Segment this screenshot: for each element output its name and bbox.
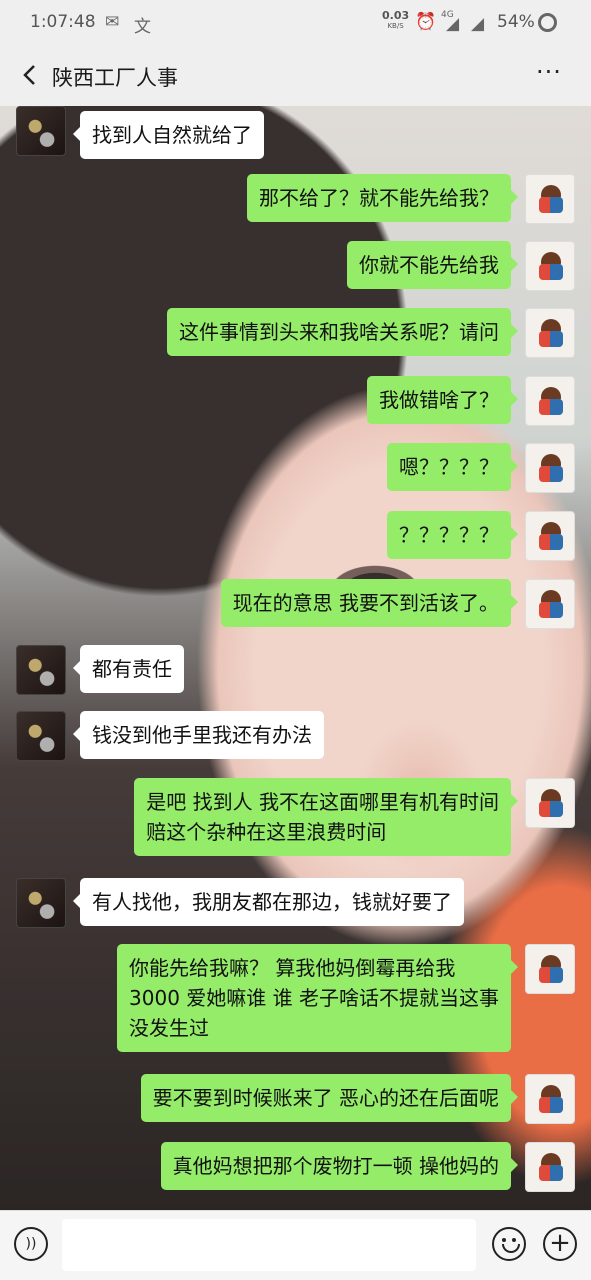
my-avatar[interactable] (525, 944, 575, 994)
outgoing-message[interactable]: 我做错啥了？ (367, 376, 518, 424)
input-bar: )) + (0, 1210, 591, 1280)
outgoing-message[interactable]: 嗯？？？？ (387, 443, 518, 491)
back-arrow-icon[interactable] (16, 60, 46, 90)
chat-area[interactable]: 找到人自然就给了 那不给了？就不能先给我？ 你就不能先给我 这件事情到头来和我啥… (0, 106, 591, 1210)
my-avatar[interactable] (525, 1142, 575, 1192)
outgoing-message[interactable]: 你就不能先给我 (347, 241, 518, 289)
outgoing-message[interactable]: 那不给了？就不能先给我？ (247, 174, 518, 222)
message-line: 是吧 找到人 我不在这面哪里有机有时间 (146, 790, 499, 814)
my-avatar[interactable] (525, 778, 575, 828)
message-input[interactable] (62, 1219, 476, 1271)
incoming-message[interactable]: 有人找他，我朋友都在那边，钱就好要了 (73, 878, 464, 926)
chat-header: 陕西工厂人事 ··· (0, 48, 591, 106)
incoming-message[interactable]: 钱没到他手里我还有办法 (73, 711, 324, 759)
contact-avatar[interactable] (16, 711, 66, 761)
outgoing-message[interactable]: 这件事情到头来和我啥关系呢？请问 (167, 308, 518, 356)
status-time: 1:07:48 (30, 12, 96, 32)
message-line: 赔这个杂种在这里浪费时间 (146, 820, 387, 844)
translate-icon: 文 (134, 17, 151, 37)
message-icon: ✉ (105, 12, 120, 32)
network-speed: 0.03 KB/S (382, 10, 409, 31)
my-avatar[interactable] (525, 241, 575, 291)
my-avatar[interactable] (525, 174, 575, 224)
my-avatar[interactable] (525, 579, 575, 629)
my-avatar[interactable] (525, 376, 575, 426)
chat-title: 陕西工厂人事 (52, 66, 178, 90)
contact-avatar[interactable] (16, 106, 66, 156)
signal-icon: ◢ (446, 14, 460, 34)
outgoing-message[interactable]: 你能先给我嘛？ 算我他妈倒霉再给我 3000 爱她嘛谁 谁 老子啥话不提就当这事… (117, 944, 518, 1052)
battery-level: 54% (497, 12, 535, 32)
outgoing-message[interactable]: ？？？？？ (387, 511, 518, 559)
voice-icon[interactable]: )) (14, 1227, 48, 1261)
outgoing-message[interactable]: 真他妈想把那个废物打一顿 操他妈的 (160, 1142, 519, 1190)
contact-avatar[interactable] (16, 878, 66, 928)
message-line: 你能先给我嘛？ 算我他妈倒霉再给我 (129, 956, 456, 980)
incoming-message[interactable]: 找到人自然就给了 (73, 111, 264, 159)
emoji-icon[interactable] (492, 1227, 526, 1261)
battery-icon (538, 13, 557, 32)
more-options-button[interactable]: ··· (536, 58, 562, 86)
message-line: 没发生过 (129, 1016, 210, 1040)
my-avatar[interactable] (525, 511, 575, 561)
incoming-message[interactable]: 都有责任 (73, 645, 184, 693)
outgoing-message[interactable]: 现在的意思 我要不到活该了。 (220, 579, 519, 627)
outgoing-message[interactable]: 是吧 找到人 我不在这面哪里有机有时间 赔这个杂种在这里浪费时间 (134, 778, 518, 856)
my-avatar[interactable] (525, 308, 575, 358)
contact-avatar[interactable] (16, 645, 66, 695)
plus-icon[interactable]: + (543, 1227, 577, 1261)
network-speed-unit: KB/S (387, 22, 404, 30)
status-bar: 1:07:48 ✉ 文 0.03 KB/S ⏰ 4G ◢ ◢ 54% (0, 0, 591, 48)
my-avatar[interactable] (525, 1074, 575, 1124)
outgoing-message[interactable]: 要不要到时候账来了 恶心的还在后面呢 (140, 1074, 519, 1122)
alarm-icon: ⏰ (415, 12, 437, 32)
signal-icon-2: ◢ (471, 14, 485, 34)
my-avatar[interactable] (525, 443, 575, 493)
message-line: 3000 爱她嘛谁 谁 老子啥话不提就当这事 (129, 986, 499, 1010)
